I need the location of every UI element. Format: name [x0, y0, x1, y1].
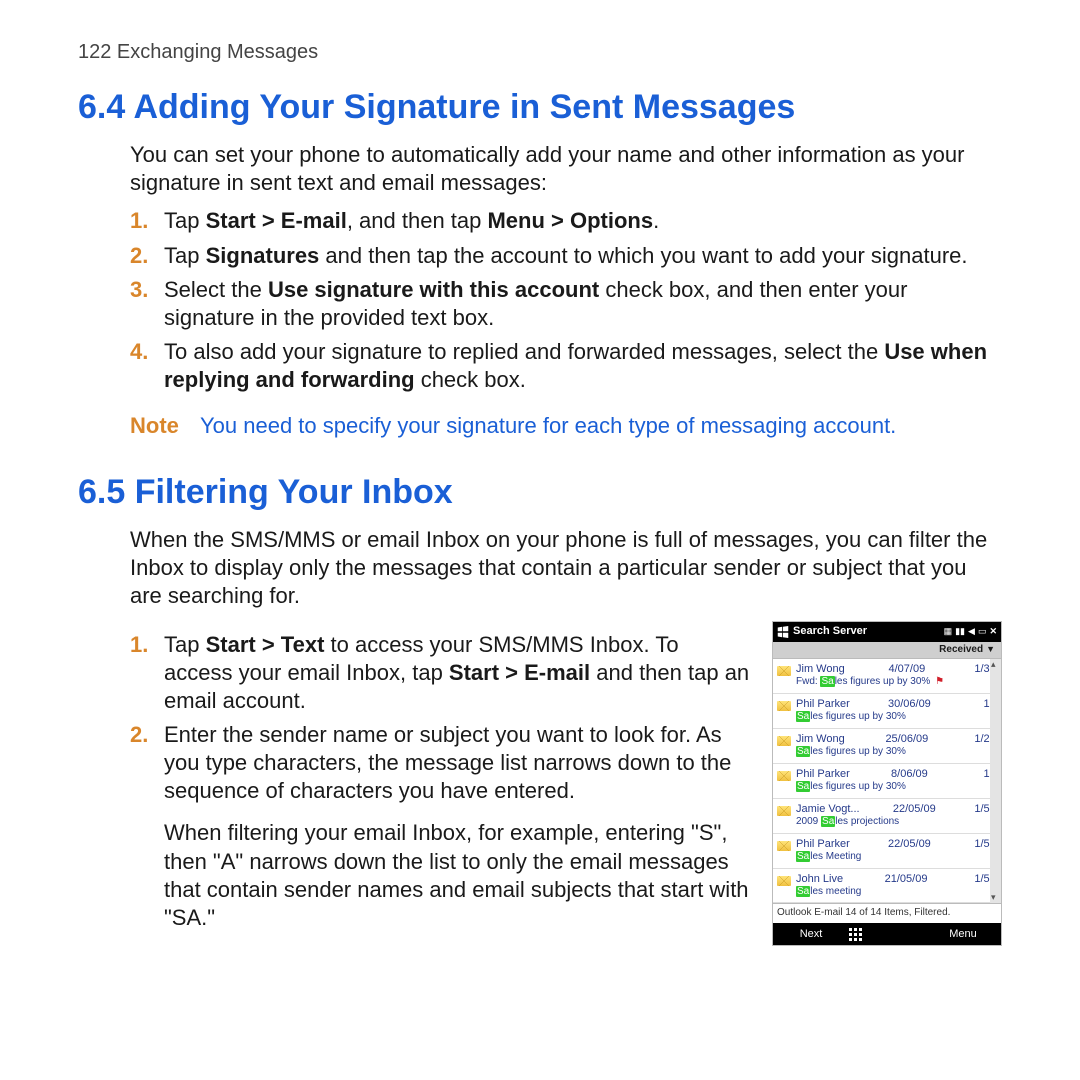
envelope-icon — [777, 701, 791, 711]
flag-icon: ⚑ — [932, 676, 944, 687]
note-label: Note — [130, 412, 200, 440]
subject: Sales figures up by 30% — [796, 711, 997, 724]
subject: Sales meeting — [796, 886, 997, 899]
softkey-left[interactable]: Next — [773, 927, 849, 941]
sort-label: Received — [939, 644, 983, 657]
phone-title-bar: Search Server ▦ ▮▮ ◀ ▭ ✕ — [773, 622, 1001, 642]
note-text: You need to specify your signature for e… — [200, 412, 896, 440]
step-number: 1. — [130, 631, 148, 659]
section-6-4-note: Note You need to specify your signature … — [130, 412, 1002, 440]
message-item[interactable]: Jamie Vogt...22/05/091/5K2009 Sales proj… — [773, 799, 1001, 834]
envelope-icon — [777, 876, 791, 886]
date: 25/06/09 — [885, 732, 928, 746]
envelope-icon — [777, 841, 791, 851]
close-icon[interactable]: ✕ — [989, 626, 997, 638]
phone-title: Search Server — [793, 624, 940, 638]
message-item[interactable]: Phil Parker8/06/091KSales figures up by … — [773, 764, 1001, 799]
section-6-5-steps: 1. Tap Start > Text to access your SMS/M… — [130, 631, 752, 806]
chevron-down-icon: ▼ — [986, 644, 995, 656]
message-item[interactable]: John Live21/05/091/5KSales meeting — [773, 869, 1001, 904]
section-6-4-intro: You can set your phone to automatically … — [130, 141, 992, 197]
date: 22/05/09 — [893, 802, 936, 816]
sender: Phil Parker — [796, 767, 850, 781]
sender: John Live — [796, 872, 843, 886]
phone-screenshot: Search Server ▦ ▮▮ ◀ ▭ ✕ Received ▼ Jim … — [772, 621, 1002, 947]
envelope-icon — [777, 771, 791, 781]
sender: Phil Parker — [796, 837, 850, 851]
message-item[interactable]: Jim Wong4/07/091/3KFwd: Sales figures up… — [773, 659, 1001, 694]
date: 30/06/09 — [888, 697, 931, 711]
windows-icon — [777, 626, 789, 638]
date: 21/05/09 — [885, 872, 928, 886]
envelope-icon — [777, 806, 791, 816]
subject: Sales Meeting — [796, 851, 997, 864]
message-item[interactable]: Phil Parker30/06/091KSales figures up by… — [773, 694, 1001, 729]
sender: Jim Wong — [796, 732, 845, 746]
sort-header[interactable]: Received ▼ — [773, 642, 1001, 660]
phone-softkey-bar: Next Menu — [773, 923, 1001, 945]
step-4: 4. To also add your signature to replied… — [130, 338, 1002, 394]
date: 4/07/09 — [889, 662, 926, 676]
step-2: 2. Enter the sender name or subject you … — [130, 721, 752, 805]
step-number: 3. — [130, 276, 148, 304]
sender: Phil Parker — [796, 697, 850, 711]
sender: Jamie Vogt... — [796, 802, 860, 816]
step-number: 2. — [130, 721, 148, 749]
section-6-5-tail: When filtering your email Inbox, for exa… — [164, 819, 752, 932]
sender: Jim Wong — [796, 662, 845, 676]
date: 8/06/09 — [891, 767, 928, 781]
subject: 2009 Sales projections — [796, 816, 997, 829]
subject: Sales figures up by 30% — [796, 746, 997, 759]
softkey-center[interactable] — [849, 928, 925, 941]
network-icon: ▦ — [944, 626, 953, 638]
message-item[interactable]: Phil Parker22/05/091/5KSales Meeting — [773, 834, 1001, 869]
step-3: 3. Select the Use signature with this ac… — [130, 276, 1002, 332]
step-2: 2. Tap Signatures and then tap the accou… — [130, 242, 1002, 270]
message-list: Jim Wong4/07/091/3KFwd: Sales figures up… — [773, 659, 1001, 903]
step-1: 1. Tap Start > Text to access your SMS/M… — [130, 631, 752, 715]
section-6-4-title: 6.4 Adding Your Signature in Sent Messag… — [78, 86, 1002, 130]
section-6-4-steps: 1. Tap Start > E-mail, and then tap Menu… — [130, 207, 1002, 394]
section-6-5-title: 6.5 Filtering Your Inbox — [78, 471, 1002, 515]
envelope-icon — [777, 666, 791, 676]
date: 22/05/09 — [888, 837, 931, 851]
subject: Sales figures up by 30% — [796, 781, 997, 794]
running-header: 122 Exchanging Messages — [78, 40, 1002, 66]
section-6-5-intro: When the SMS/MMS or email Inbox on your … — [130, 526, 992, 610]
phone-status-bar: Outlook E-mail 14 of 14 Items, Filtered. — [773, 903, 1001, 923]
status-icons: ▦ ▮▮ ◀ ▭ ✕ — [944, 626, 997, 638]
battery-icon: ▭ — [978, 626, 987, 638]
envelope-icon — [777, 736, 791, 746]
step-number: 1. — [130, 207, 148, 235]
step-1: 1. Tap Start > E-mail, and then tap Menu… — [130, 207, 1002, 235]
manual-page: 122 Exchanging Messages 6.4 Adding Your … — [0, 0, 1080, 946]
step-number: 4. — [130, 338, 148, 366]
subject: Fwd: Sales figures up by 30% ⚑ — [796, 676, 997, 689]
step-number: 2. — [130, 242, 148, 270]
apps-grid-icon — [849, 928, 925, 941]
message-item[interactable]: Jim Wong25/06/091/2KSales figures up by … — [773, 729, 1001, 764]
volume-icon: ◀ — [968, 626, 975, 638]
softkey-right[interactable]: Menu — [925, 927, 1001, 941]
scrollbar[interactable] — [990, 659, 1001, 903]
signal-icon: ▮▮ — [955, 626, 965, 638]
